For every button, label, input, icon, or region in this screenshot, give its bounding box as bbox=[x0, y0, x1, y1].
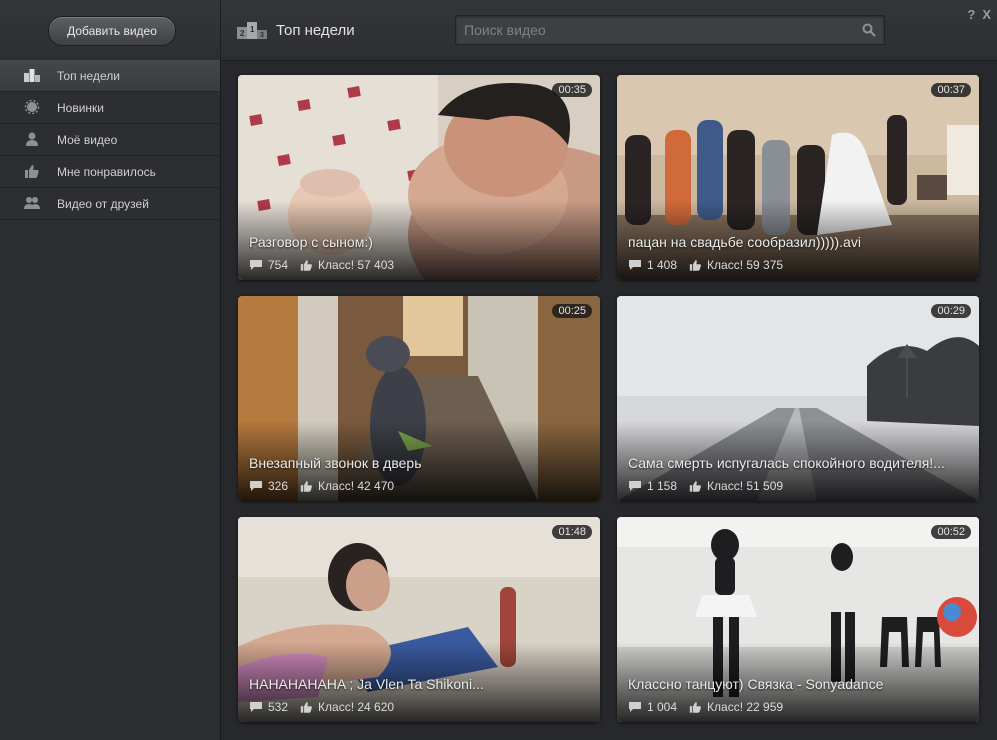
sidebar-item-friends[interactable]: Видео от друзей bbox=[0, 188, 220, 220]
thumbs-up-icon bbox=[300, 260, 312, 271]
likes-stat[interactable]: Класс! 59 375 bbox=[689, 258, 783, 272]
thumbs-up-icon bbox=[689, 260, 701, 271]
video-card[interactable]: 00:52 Классно танцуют) Связка - Sonyadan… bbox=[617, 517, 979, 722]
video-title[interactable]: пацан на свадьбе сообразил))))).avi bbox=[628, 234, 968, 250]
person-icon bbox=[26, 132, 38, 146]
likes-stat[interactable]: Класс! 57 403 bbox=[300, 258, 394, 272]
likes-stat[interactable]: Класс! 51 509 bbox=[689, 479, 783, 493]
comment-icon bbox=[629, 260, 641, 270]
comments-stat[interactable]: 532 bbox=[249, 700, 288, 714]
likes-count: Класс! 57 403 bbox=[318, 258, 395, 272]
comments-count: 532 bbox=[268, 700, 289, 714]
divider bbox=[220, 0, 221, 60]
duration-badge: 00:29 bbox=[931, 304, 971, 318]
thumbs-up-icon bbox=[300, 481, 312, 492]
duration-badge: 00:52 bbox=[931, 525, 971, 539]
comments-count: 1 158 bbox=[647, 479, 678, 493]
likes-stat[interactable]: Класс! 42 470 bbox=[300, 479, 394, 493]
friends-icon bbox=[24, 197, 40, 209]
help-button[interactable]: ? bbox=[967, 7, 975, 22]
video-stats: 532 Класс! 24 620 bbox=[249, 700, 406, 714]
comment-icon bbox=[250, 702, 262, 712]
video-stats: 1 158 Класс! 51 509 bbox=[628, 479, 795, 493]
likes-count: Класс! 24 620 bbox=[318, 700, 395, 714]
svg-text:3: 3 bbox=[260, 32, 264, 39]
add-video-button[interactable]: Добавить видео bbox=[48, 16, 176, 46]
comments-stat[interactable]: 326 bbox=[249, 479, 288, 493]
comment-icon bbox=[629, 481, 641, 491]
section-header: 2 1 3 Топ недели bbox=[237, 18, 355, 42]
video-stats: 754 Класс! 57 403 bbox=[249, 258, 406, 272]
close-button[interactable]: X bbox=[982, 7, 991, 22]
sidebar-item-label: Мне понравилось bbox=[57, 164, 156, 179]
sidebar: Топ недели Новинки Моё видео Мне понрави… bbox=[0, 60, 221, 740]
video-title[interactable]: Сама смерть испугалась спокойного водите… bbox=[628, 455, 968, 471]
likes-stat[interactable]: Класс! 22 959 bbox=[689, 700, 783, 714]
video-stats: 326 Класс! 42 470 bbox=[249, 479, 406, 493]
video-grid: 00:35 Разговор с сыном:) 754 Класс! 57 4… bbox=[221, 61, 997, 740]
duration-badge: 00:25 bbox=[552, 304, 592, 318]
gear-icon bbox=[24, 100, 40, 114]
sidebar-item-new[interactable]: Новинки bbox=[0, 92, 220, 124]
thumbs-up-icon bbox=[689, 702, 701, 713]
podium-icon bbox=[24, 69, 40, 82]
comment-icon bbox=[629, 702, 641, 712]
video-card[interactable]: 00:25 Внезапный звонок в дверь 326 Класс… bbox=[238, 296, 600, 501]
comment-icon bbox=[250, 481, 262, 491]
comments-count: 1 004 bbox=[647, 700, 678, 714]
comments-stat[interactable]: 1 158 bbox=[628, 479, 677, 493]
video-title[interactable]: Разговор с сыном:) bbox=[249, 234, 589, 250]
video-title[interactable]: Внезапный звонок в дверь bbox=[249, 455, 589, 471]
comments-count: 326 bbox=[268, 479, 289, 493]
video-card[interactable]: 00:35 Разговор с сыном:) 754 Класс! 57 4… bbox=[238, 75, 600, 280]
likes-stat[interactable]: Класс! 24 620 bbox=[300, 700, 394, 714]
svg-text:2: 2 bbox=[240, 29, 245, 38]
search-box bbox=[455, 15, 885, 45]
sidebar-item-top-week[interactable]: Топ недели bbox=[0, 60, 220, 92]
svg-text:1: 1 bbox=[250, 25, 255, 34]
comments-stat[interactable]: 754 bbox=[249, 258, 288, 272]
app-window: Добавить видео 2 1 3 Топ недели ? X bbox=[0, 0, 997, 740]
thumbs-up-icon bbox=[300, 702, 312, 713]
likes-count: Класс! 51 509 bbox=[707, 479, 784, 493]
likes-count: Класс! 22 959 bbox=[707, 700, 784, 714]
comments-stat[interactable]: 1 408 bbox=[628, 258, 677, 272]
sidebar-item-my-video[interactable]: Моё видео bbox=[0, 124, 220, 156]
video-card[interactable]: 00:29 Сама смерть испугалась спокойного … bbox=[617, 296, 979, 501]
video-stats: 1 004 Класс! 22 959 bbox=[628, 700, 795, 714]
window-controls: ? X bbox=[967, 7, 991, 22]
sidebar-item-liked[interactable]: Мне понравилось bbox=[0, 156, 220, 188]
sidebar-item-label: Топ недели bbox=[57, 68, 120, 83]
comments-count: 754 bbox=[268, 258, 289, 272]
top-bar: Добавить видео 2 1 3 Топ недели ? X bbox=[0, 0, 997, 61]
video-card[interactable]: 00:37 пацан на свадьбе сообразил))))).av… bbox=[617, 75, 979, 280]
video-title[interactable]: HAHAHAHAHA ; Ja Vlen Ta Shikoni... bbox=[249, 676, 589, 692]
page-title: Топ недели bbox=[276, 21, 355, 39]
comments-count: 1 408 bbox=[647, 258, 678, 272]
video-card[interactable]: 01:48 HAHAHAHAHA ; Ja Vlen Ta Shikoni...… bbox=[238, 517, 600, 722]
sidebar-item-label: Видео от друзей bbox=[57, 196, 149, 211]
podium-icon: 2 1 3 bbox=[237, 22, 267, 39]
comment-icon bbox=[250, 260, 262, 270]
video-title[interactable]: Классно танцуют) Связка - Sonyadance bbox=[628, 676, 968, 692]
duration-badge: 01:48 bbox=[552, 525, 592, 539]
comments-stat[interactable]: 1 004 bbox=[628, 700, 677, 714]
duration-badge: 00:37 bbox=[931, 83, 971, 97]
sidebar-item-label: Моё видео bbox=[57, 132, 118, 147]
video-stats: 1 408 Класс! 59 375 bbox=[628, 258, 795, 272]
likes-count: Класс! 42 470 bbox=[318, 479, 395, 493]
search-icon[interactable] bbox=[862, 23, 876, 37]
duration-badge: 00:35 bbox=[552, 83, 592, 97]
search-input[interactable] bbox=[456, 16, 854, 44]
likes-count: Класс! 59 375 bbox=[707, 258, 784, 272]
sidebar-item-label: Новинки bbox=[57, 100, 104, 115]
thumbs-up-icon bbox=[25, 165, 39, 178]
thumbs-up-icon bbox=[689, 481, 701, 492]
